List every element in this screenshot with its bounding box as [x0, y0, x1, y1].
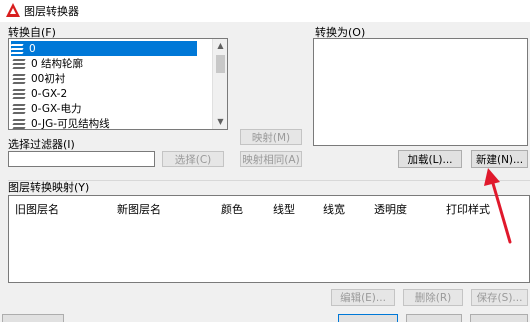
- column-header[interactable]: 线宽: [323, 201, 345, 217]
- filter-label: 选择过滤器(I): [8, 138, 75, 151]
- layer-icon: [12, 103, 27, 114]
- layer-icon: [12, 118, 27, 129]
- list-item[interactable]: 0-GX-2: [12, 86, 193, 101]
- column-header[interactable]: 线型: [273, 201, 295, 217]
- load-button[interactable]: 加载(L)...: [398, 150, 462, 168]
- bottom-ok-button[interactable]: [338, 314, 398, 322]
- annotation-arrow-icon: [484, 168, 512, 244]
- layer-icon: [10, 43, 25, 54]
- bottom-help-button[interactable]: [470, 314, 528, 322]
- select-button[interactable]: 选择(C): [162, 151, 224, 167]
- layer-icon: [12, 58, 27, 69]
- layer-icon: [12, 88, 27, 99]
- convert-from-list[interactable]: 0 0 结构轮廓 00初衬 0-GX-2 0-GX-电力 0-JG-可见结构线 …: [8, 38, 228, 130]
- save-button[interactable]: 保存(S)...: [471, 289, 528, 306]
- list-item[interactable]: 0 结构轮廓: [12, 56, 193, 71]
- list-item[interactable]: 00初衬: [12, 71, 193, 86]
- window-title: 图层转换器: [24, 5, 79, 18]
- column-header[interactable]: 新图层名: [117, 201, 161, 217]
- map-button[interactable]: 映射(M): [240, 129, 302, 145]
- delete-button[interactable]: 删除(R): [403, 289, 463, 306]
- list-item[interactable]: 0: [10, 41, 197, 56]
- list-item[interactable]: 0-GX-电力: [12, 101, 193, 116]
- bottom-cancel-button[interactable]: [406, 314, 462, 322]
- layer-icon: [12, 73, 27, 84]
- bottom-left-button[interactable]: [2, 314, 64, 322]
- column-header[interactable]: 透明度: [374, 201, 407, 217]
- bottom-edge: [0, 310, 530, 322]
- convert-to-list[interactable]: [313, 38, 528, 146]
- title-bar: 图层转换器: [0, 0, 530, 22]
- mapping-label: 图层转换映射(Y): [8, 181, 90, 194]
- scroll-down-icon[interactable]: ▼: [213, 115, 228, 129]
- list-item[interactable]: 0-JG-可见结构线: [12, 116, 193, 131]
- mapping-table[interactable]: 旧图层名 新图层名 颜色 线型 线宽 透明度 打印样式: [8, 195, 530, 283]
- column-header[interactable]: 颜色: [221, 201, 243, 217]
- map-same-button[interactable]: 映射相同(A): [240, 151, 302, 167]
- scroll-thumb[interactable]: [216, 55, 225, 73]
- column-header[interactable]: 旧图层名: [15, 201, 59, 217]
- autocad-app-icon: [6, 3, 20, 17]
- filter-input[interactable]: [8, 151, 155, 167]
- scroll-up-icon[interactable]: ▲: [213, 39, 228, 53]
- edit-button[interactable]: 编辑(E)...: [331, 289, 395, 306]
- list-scrollbar[interactable]: ▲ ▼: [212, 39, 227, 129]
